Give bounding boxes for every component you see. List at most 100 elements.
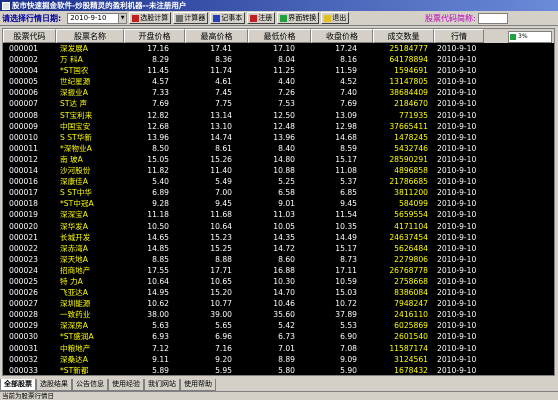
table-cell: 11.45	[147, 66, 169, 76]
table-cell: 3811200	[394, 188, 428, 198]
table-row[interactable]: 000017 S ST中华 6.89 7.00 6.58 6.85 3811200 2010-…	[3, 187, 554, 198]
table-cell: 南 玻A	[60, 154, 83, 164]
table-cell: 2279806	[394, 254, 428, 264]
table-cell: 10.62	[147, 299, 169, 309]
table-row[interactable]: 000028 一致药业 38.00 39.00 35.60 37.89 2416110 201…	[3, 309, 554, 320]
table-row[interactable]: 000020 深华发A 10.50 10.64 10.05 10.35 4171104 201…	[3, 221, 554, 232]
table-row[interactable]: 000009 中国宝安 12.68 13.10 12.48 12.98 37665411 20…	[3, 121, 554, 132]
table-cell: 8.61	[215, 143, 232, 153]
tab-item[interactable]: 选股结果	[36, 379, 72, 391]
table-row[interactable]: 000007 ST达 声 7.69 7.75 7.53 7.69 2184670 2010-9…	[3, 98, 554, 109]
register-button[interactable]: 注册	[247, 12, 276, 24]
table-cell: 24637454	[389, 232, 428, 242]
table-cell: 2010-9-10	[437, 343, 477, 353]
table-row[interactable]: 000001 深发展A 17.16 17.41 17.10 17.24 25184777 20…	[3, 43, 554, 54]
table-row[interactable]: 000027 深圳能源 10.62 10.77 10.46 10.72 7948247 201…	[3, 298, 554, 309]
table-cell: 14.95	[147, 288, 169, 298]
column-header[interactable]: 行情	[434, 29, 484, 43]
table-cell: 13.96	[273, 132, 295, 142]
table-row[interactable]: 000029 深深房A 5.63 5.65 5.42 5.53 6025869 2010-9-…	[3, 320, 554, 331]
table-cell: 14.72	[273, 243, 295, 253]
table-cell: 584099	[399, 199, 428, 209]
table-cell: 14.49	[335, 232, 357, 242]
table-cell: 000009	[9, 121, 38, 131]
table-cell: 5.63	[152, 321, 169, 331]
table-cell: 10.77	[210, 299, 232, 309]
table-cell: 10.35	[335, 221, 357, 231]
table-cell: *ST盛润A	[60, 332, 94, 342]
table-row[interactable]: 000006 深振业A 7.33 7.45 7.26 7.40 38684409 2010-9…	[3, 87, 554, 98]
register-label: 注册	[258, 14, 273, 22]
table-row[interactable]: 000024 招商地产 17.55 17.71 16.88 17.11 26768778 20…	[3, 265, 554, 276]
stock-table[interactable]: 股票代码 股票名称 开盘价格 最高价格 最低价格 收盘价格 成交数量 行情 000001 深发展…	[2, 28, 555, 376]
calc-stock-button[interactable]: 选股计算	[129, 12, 172, 24]
table-cell: 2010-9-10	[437, 254, 477, 264]
table-cell: 4896858	[394, 166, 428, 176]
tab-item[interactable]: 我们网站	[144, 379, 180, 391]
table-row[interactable]: 000023 深天地A 8.85 8.88 8.60 8.73 2279806 2010-9-…	[3, 254, 554, 265]
table-cell: 38684409	[389, 88, 428, 98]
table-cell: 000030	[9, 332, 38, 342]
table-cell: *ST新都	[60, 365, 89, 375]
table-cell: 14.70	[273, 288, 295, 298]
table-row[interactable]: 000002 万 科A 8.29 8.36 8.04 8.16 64178894 2010-9…	[3, 54, 554, 65]
table-cell: 5.42	[278, 321, 295, 331]
column-header[interactable]: 成交数量	[373, 29, 434, 43]
table-cell: 8.85	[152, 254, 169, 264]
table-row[interactable]: 000014 沙河股份 11.82 11.40 10.88 11.08 4896858 201…	[3, 165, 554, 176]
table-cell: 6025869	[394, 321, 428, 331]
column-header[interactable]: 股票代码	[3, 29, 56, 43]
table-cell: 1678432	[394, 365, 428, 375]
tab-item[interactable]: 公告信息	[72, 379, 108, 391]
table-row[interactable]: 000025 特 力A 10.64 10.65 10.30 10.59 2758668 201…	[3, 276, 554, 287]
table-row[interactable]: 000016 深康佳A 5.40 5.49 5.25 5.37 21786685 2010-9…	[3, 176, 554, 187]
code-search-input[interactable]	[477, 13, 508, 24]
table-cell: 11.25	[273, 66, 295, 76]
table-cell: 2010-9-10	[437, 132, 477, 142]
table-row[interactable]: 000031 中粮地产 7.12 7.16 7.01 7.08 11587174 2010-9…	[3, 343, 554, 354]
tab-item[interactable]: 使用经验	[108, 379, 144, 391]
table-cell: 10.46	[273, 299, 295, 309]
mini-chart-widget[interactable]: 3%	[508, 31, 552, 43]
column-header[interactable]: 收盘价格	[311, 29, 373, 43]
table-row[interactable]: 000022 深赤湾A 14.85 15.25 14.72 15.17 5626484 201…	[3, 243, 554, 254]
table-row[interactable]: 000018 *ST中冠A 9.28 9.45 9.01 9.45 584099 2010-9…	[3, 198, 554, 209]
column-header[interactable]: 最高价格	[185, 29, 248, 43]
table-row[interactable]: 000026 飞亚达A 14.95 15.20 14.70 15.03 8386084 201…	[3, 287, 554, 298]
tab-item[interactable]: 使用帮助	[180, 379, 216, 391]
table-row[interactable]: 000032 深桑达A 9.11 9.20 8.89 9.09 3124561 2010-9-…	[3, 354, 554, 365]
chevron-down-icon[interactable]: ▼	[118, 13, 127, 23]
table-cell: 17.55	[147, 265, 169, 275]
table-cell: 17.71	[210, 265, 232, 275]
table-cell: 深赤湾A	[60, 243, 88, 253]
table-row[interactable]: 000012 南 玻A 15.05 15.26 14.80 15.17 28590291 20…	[3, 154, 554, 165]
table-cell: 特 力A	[60, 276, 83, 286]
tab-item[interactable]: 全部股票	[0, 379, 36, 391]
notepad-button[interactable]: 记事本	[210, 12, 246, 24]
table-row[interactable]: 000030 *ST盛润A 6.93 6.96 6.73 6.90 2601540 2010-…	[3, 331, 554, 342]
column-header[interactable]: 最低价格	[248, 29, 311, 43]
column-header[interactable]: 开盘价格	[124, 29, 185, 43]
table-row[interactable]: 000033 *ST新都 5.89 5.95 5.80 5.90 1678432 2010-9…	[3, 365, 554, 375]
table-cell: 5626484	[394, 243, 428, 253]
table-row[interactable]: 000008 ST宝利来 12.82 13.14 12.50 13.09 771935 201…	[3, 110, 554, 121]
date-select[interactable]: 2010-9-10 ▼	[67, 12, 128, 24]
table-row[interactable]: 000021 长城开发 14.65 15.23 14.35 14.49 24637454 20…	[3, 232, 554, 243]
mini-chart-label: 3%	[518, 33, 528, 40]
table-cell: 13.96	[147, 132, 169, 142]
table-row[interactable]: 000010 S ST华新 13.96 14.74 13.96 14.68 1478245 2…	[3, 132, 554, 143]
table-cell: 000026	[9, 288, 38, 298]
switch-view-icon	[280, 14, 288, 22]
chart-icon	[510, 34, 516, 40]
table-row[interactable]: 000011 *深物业A 8.50 8.61 8.40 8.59 5432746 2010-9…	[3, 143, 554, 154]
table-row[interactable]: 000005 世纪星源 4.57 4.61 4.40 4.52 13147805 2010-9…	[3, 76, 554, 87]
table-cell: 7.40	[340, 88, 357, 98]
calculator-button[interactable]: 计算器	[173, 12, 209, 24]
column-header[interactable]: 股票名称	[56, 29, 124, 43]
table-cell: 沙河股份	[60, 166, 91, 176]
table-row[interactable]: 000019 深深宝A 11.18 11.68 11.03 11.54 5659554 201…	[3, 209, 554, 220]
exit-button[interactable]: 退出	[321, 12, 350, 24]
table-row[interactable]: 000004 *ST国农 11.45 11.74 11.25 11.59 1594691 20…	[3, 65, 554, 76]
table-cell: 10.59	[335, 276, 357, 286]
switch-view-button[interactable]: 界面转换	[277, 12, 320, 24]
